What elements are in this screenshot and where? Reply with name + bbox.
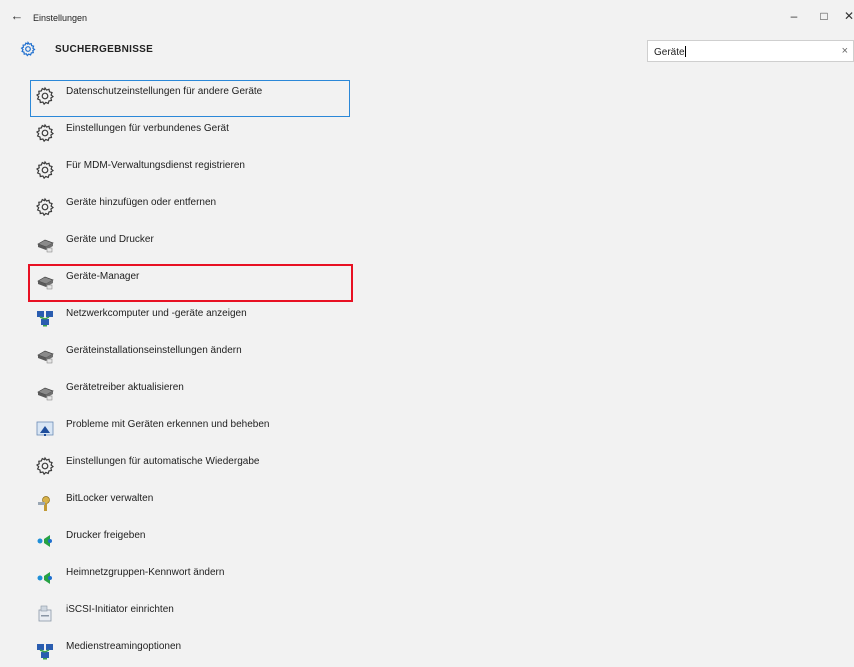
search-input[interactable]: Geräte × <box>647 40 854 62</box>
result-label: BitLocker verwalten <box>66 493 154 504</box>
result-label: Probleme mit Geräten erkennen und behebe… <box>66 419 270 430</box>
homegroup-icon <box>35 530 55 550</box>
troubleshoot-icon <box>35 419 55 439</box>
printer-icon <box>35 345 55 365</box>
result-label: Geräte und Drucker <box>66 234 154 245</box>
window-title: Einstellungen <box>33 13 88 23</box>
result-label: Netzwerkcomputer und -geräte anzeigen <box>66 308 247 319</box>
result-item[interactable]: Probleme mit Geräten erkennen und behebe… <box>30 411 350 445</box>
gear-icon <box>35 456 55 476</box>
result-item[interactable]: Heimnetzgruppen-Kennwort ändern <box>30 559 350 593</box>
result-item[interactable]: Einstellungen für verbundenes Gerät <box>30 115 350 149</box>
result-label: Drucker freigeben <box>66 530 146 541</box>
result-label: Heimnetzgruppen-Kennwort ändern <box>66 567 225 578</box>
result-item[interactable]: Für MDM-Verwaltungsdienst registrieren <box>30 152 350 186</box>
gear-icon <box>35 160 55 180</box>
result-label: Medienstreamingoptionen <box>66 641 182 652</box>
result-item[interactable]: Gerätetreiber aktualisieren <box>30 374 350 408</box>
result-label: Einstellungen für automatische Wiedergab… <box>66 456 260 467</box>
highlight-box <box>28 264 353 302</box>
title-bar: ← Einstellungen – □ ✕ <box>0 0 854 34</box>
page-title: SUCHERGEBNISSE <box>55 44 154 55</box>
focus-outline <box>30 80 350 117</box>
gear-icon <box>35 123 55 143</box>
minimize-icon[interactable]: – <box>785 9 803 23</box>
result-label: Für MDM-Verwaltungsdienst registrieren <box>66 160 245 171</box>
result-item[interactable]: Geräteinstallationseinstellungen ändern <box>30 337 350 371</box>
close-icon[interactable]: ✕ <box>840 9 854 23</box>
result-item[interactable]: Geräte und Drucker <box>30 226 350 260</box>
printer-icon <box>35 382 55 402</box>
result-label: iSCSI-Initiator einrichten <box>66 604 174 615</box>
result-label: Einstellungen für verbundenes Gerät <box>66 123 229 134</box>
result-item[interactable]: BitLocker verwalten <box>30 485 350 519</box>
search-value[interactable]: Geräte <box>654 46 686 58</box>
network-icon <box>35 641 55 661</box>
result-item[interactable]: Netzwerkcomputer und -geräte anzeigen <box>30 300 350 334</box>
homegroup-icon <box>35 567 55 587</box>
result-item[interactable]: Einstellungen für automatische Wiedergab… <box>30 448 350 482</box>
back-arrow-icon[interactable]: ← <box>10 9 24 23</box>
clear-search-icon[interactable]: × <box>842 45 848 57</box>
result-label: Gerätetreiber aktualisieren <box>66 382 184 393</box>
printer-icon <box>35 234 55 254</box>
gear-icon <box>35 197 55 217</box>
gear-icon <box>20 41 36 57</box>
key-icon <box>35 493 55 513</box>
maximize-icon[interactable]: □ <box>815 9 833 23</box>
result-label: Geräte hinzufügen oder entfernen <box>66 197 217 208</box>
result-label: Geräteinstallationseinstellungen ändern <box>66 345 242 356</box>
result-item[interactable]: Geräte hinzufügen oder entfernen <box>30 189 350 223</box>
network-icon <box>35 308 55 328</box>
result-item[interactable]: iSCSI-Initiator einrichten <box>30 596 350 630</box>
result-item[interactable]: Drucker freigeben <box>30 522 350 556</box>
iscsi-icon <box>35 604 55 624</box>
